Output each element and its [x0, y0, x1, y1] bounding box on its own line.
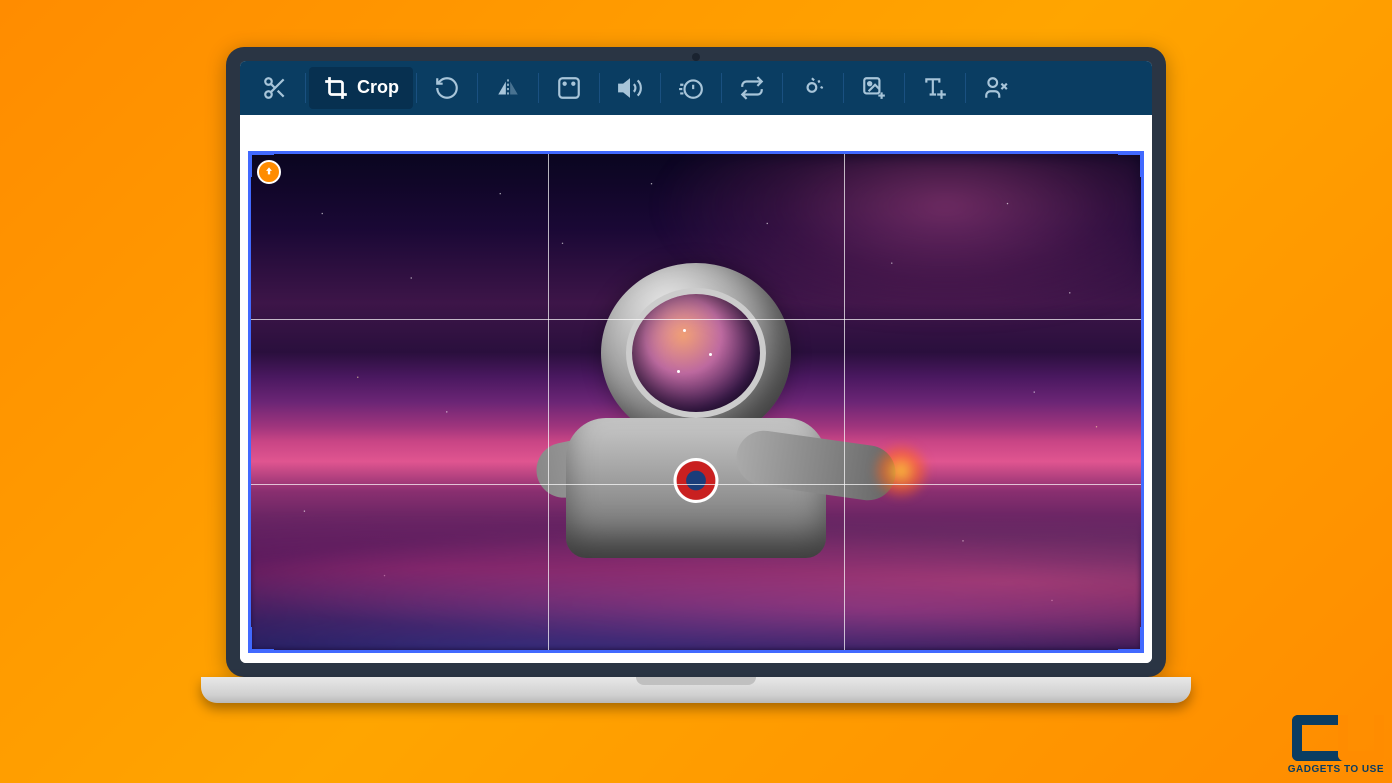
crop-tool-label: Crop — [357, 77, 399, 98]
screen-content: Crop — [240, 61, 1152, 663]
toolbar-separator — [782, 73, 783, 103]
scissors-icon — [262, 75, 288, 101]
wave-tool[interactable] — [786, 67, 840, 109]
toolbar-separator — [416, 73, 417, 103]
camera-dot — [692, 53, 700, 61]
crop-icon — [323, 75, 349, 101]
flip-icon — [495, 75, 521, 101]
cloud-upload-icon — [262, 165, 276, 179]
person-remove-icon — [983, 75, 1009, 101]
watermark: GADGETS TO USE — [1274, 715, 1384, 775]
toolbar-separator — [721, 73, 722, 103]
laptop-frame: Crop — [201, 47, 1191, 737]
crop-frame[interactable] — [248, 151, 1144, 653]
speed-icon — [678, 75, 704, 101]
crop-handle-bl[interactable] — [248, 627, 274, 653]
rotate-icon — [739, 75, 765, 101]
crop-handle-tr[interactable] — [1118, 151, 1144, 177]
crop-tool[interactable]: Crop — [309, 67, 413, 109]
toolbar-separator — [904, 73, 905, 103]
rotate-tool[interactable] — [725, 67, 779, 109]
laptop-screen: Crop — [226, 47, 1166, 677]
undo-tool[interactable] — [420, 67, 474, 109]
laptop-base — [201, 677, 1191, 703]
wave-icon — [800, 75, 826, 101]
laptop-notch — [636, 677, 756, 685]
crop-handle-br[interactable] — [1118, 627, 1144, 653]
undo-icon — [434, 75, 460, 101]
canvas-area — [240, 115, 1152, 663]
person-remove-tool[interactable] — [969, 67, 1023, 109]
toolbar-separator — [965, 73, 966, 103]
editor-toolbar: Crop — [240, 61, 1152, 115]
text-add-tool[interactable] — [908, 67, 962, 109]
watermark-logo — [1274, 715, 1384, 761]
volume-tool[interactable] — [603, 67, 657, 109]
upload-badge[interactable] — [257, 160, 281, 184]
toolbar-separator — [477, 73, 478, 103]
toolbar-separator — [538, 73, 539, 103]
watermark-text: GADGETS TO USE — [1288, 764, 1384, 775]
image-add-icon — [861, 75, 887, 101]
cut-tool[interactable] — [248, 67, 302, 109]
aspect-tool[interactable] — [542, 67, 596, 109]
toolbar-separator — [843, 73, 844, 103]
speed-tool[interactable] — [664, 67, 718, 109]
toolbar-separator — [599, 73, 600, 103]
astronaut-figure — [556, 263, 836, 563]
toolbar-separator — [660, 73, 661, 103]
image-add-tool[interactable] — [847, 67, 901, 109]
aspect-icon — [556, 75, 582, 101]
image-preview — [251, 154, 1141, 650]
text-add-icon — [922, 75, 948, 101]
volume-icon — [617, 75, 643, 101]
toolbar-separator — [305, 73, 306, 103]
flip-tool[interactable] — [481, 67, 535, 109]
